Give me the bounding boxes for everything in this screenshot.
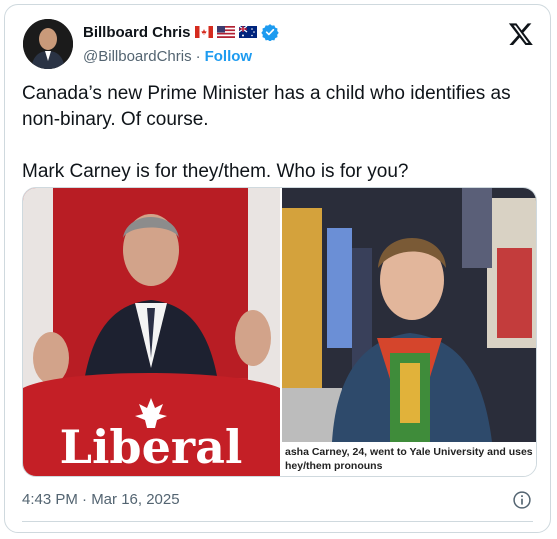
tweet-text-line: Canada’s new Prime Minister has a child … xyxy=(22,83,511,104)
media-caption-line: hey/them pronouns xyxy=(285,460,383,472)
verified-badge-icon xyxy=(260,24,279,41)
info-icon[interactable] xyxy=(512,490,532,510)
follow-button[interactable]: Follow xyxy=(205,48,253,65)
x-logo-icon[interactable] xyxy=(508,21,534,47)
usa-flag-icon xyxy=(216,26,235,38)
tweet-timestamp[interactable]: 4:43 PM · Mar 16, 2025 xyxy=(22,491,180,508)
tweet-text-line: non-binary. Of course. xyxy=(22,109,209,130)
tweet-text-line: Mark Carney is for they/them. Who is for… xyxy=(22,161,409,182)
media-photo-right[interactable]: asha Carney, 24, went to Yale University… xyxy=(282,188,536,476)
tweet-text: Canada’s new Prime Minister has a child … xyxy=(22,81,542,185)
separator-dot: · xyxy=(195,48,201,65)
divider xyxy=(22,521,533,522)
media-caption: asha Carney, 24, went to Yale University… xyxy=(282,442,536,476)
canada-flag-icon xyxy=(194,26,213,38)
avatar[interactable] xyxy=(23,19,73,69)
australia-flag-icon xyxy=(238,26,257,38)
media-caption-line: asha Carney, 24, went to Yale University… xyxy=(285,446,533,458)
tweet-card: Billboard Chris @BillboardChris · Follow xyxy=(4,4,551,533)
author-handle[interactable]: @BillboardChris xyxy=(83,48,192,65)
author-name-row: Billboard Chris xyxy=(83,23,279,41)
media-photo-left[interactable]: Liberal xyxy=(23,188,280,476)
author-display-name[interactable]: Billboard Chris xyxy=(83,24,191,41)
liberal-sign-text: Liberal xyxy=(60,420,243,474)
author-handle-row: @BillboardChris · Follow xyxy=(83,48,252,65)
tweet-media[interactable]: Liberal asha Carney, 24, went to Yale Un… xyxy=(22,187,537,477)
